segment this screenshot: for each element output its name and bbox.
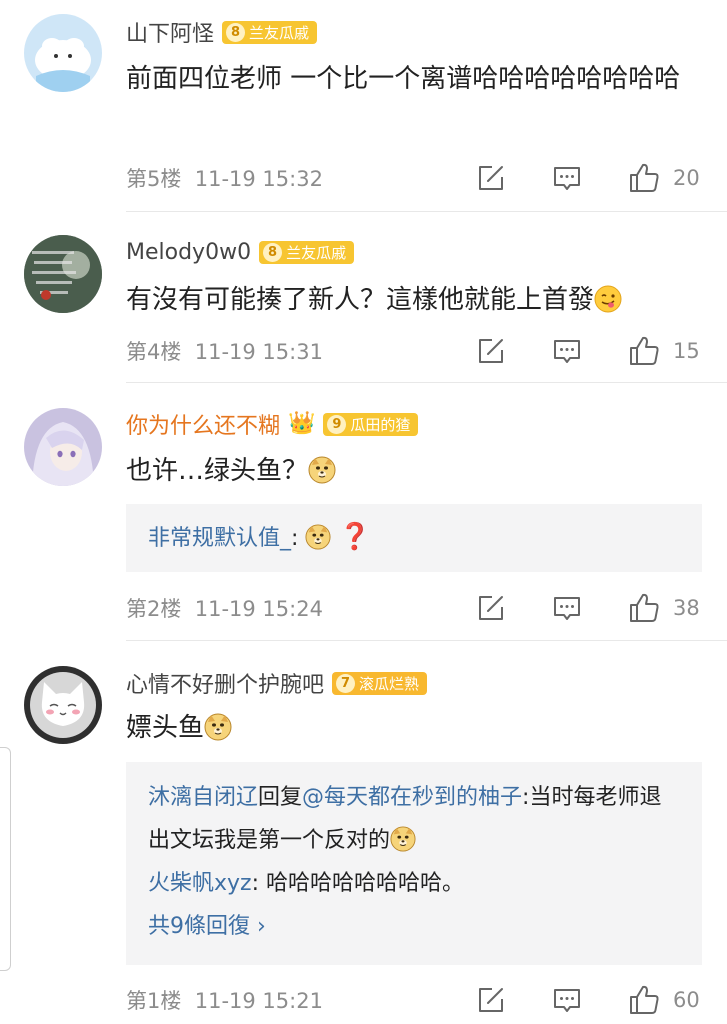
author-row: 山下阿怪 8 兰友瓜戚 (126, 15, 318, 49)
badge-level: 9 (327, 414, 347, 434)
divider (126, 640, 727, 641)
fan-badge[interactable]: 7 滚瓜烂熟 (332, 671, 428, 695)
thumbs-up-icon[interactable] (627, 334, 661, 368)
comment-text: 嫖头鱼 (126, 713, 205, 743)
reply-username[interactable]: 非常规默认值_ (148, 526, 291, 551)
comment-icon[interactable] (551, 984, 583, 1016)
edit-icon[interactable] (475, 162, 507, 194)
meta-row: 第2楼 11-19 15:24 38 (126, 591, 703, 625)
author-row: 心情不好删个护腕吧 7 滚瓜烂熟 (126, 666, 428, 700)
comment-icon[interactable] (551, 335, 583, 367)
comment-content: 也许…绿头鱼？ (126, 447, 696, 495)
badge-label: 滚瓜烂熟 (359, 674, 420, 693)
avatar[interactable] (24, 14, 102, 92)
reply-username[interactable]: 火柴帆xyz (148, 871, 252, 896)
comment-actions: 15 (475, 334, 703, 368)
badge-label: 兰友瓜戚 (286, 243, 347, 262)
thumbs-up-icon[interactable] (627, 591, 661, 625)
tongue-emoji (594, 285, 622, 313)
reply-line-1: 沐漓自闭辽回复@每天都在秒到的柚子:当时每老师退出文坛我是第一个反对的 (148, 776, 680, 862)
comment-content: 有沒有可能揍了新人？這樣他就能上首發 (126, 276, 696, 324)
fan-badge[interactable]: 8 兰友瓜戚 (222, 20, 318, 44)
doge-emoji (305, 524, 331, 550)
badge-label: 兰友瓜戚 (249, 23, 310, 42)
avatar[interactable] (24, 666, 102, 744)
floor-and-time: 第4楼 11-19 15:31 (126, 340, 323, 364)
thumbs-up-icon[interactable] (627, 161, 661, 195)
floor-and-time: 第1楼 11-19 15:21 (126, 989, 323, 1013)
meta-row: 第1楼 11-19 15:21 60 (126, 983, 703, 1017)
meta-row: 第5楼 11-19 15:32 20 (126, 161, 703, 195)
doge-emoji (308, 456, 336, 484)
comment-icon[interactable] (551, 162, 583, 194)
author-row: Melody0w0 8 兰友瓜戚 (126, 235, 355, 269)
red-question-mark: ❓ (338, 522, 371, 552)
comment-text: 也许…绿头鱼？ (126, 456, 309, 486)
username[interactable]: 山下阿怪 (126, 16, 214, 48)
badge-level: 7 (336, 673, 356, 693)
floor-and-time: 第5楼 11-19 15:32 (126, 167, 323, 191)
comment-text: 前面四位老师 一个比一个离谱哈哈哈哈哈哈哈哈 (126, 64, 681, 94)
fan-badge[interactable]: 8 兰友瓜戚 (259, 240, 355, 264)
edit-icon[interactable] (475, 335, 507, 367)
reply-text: : 哈哈哈哈哈哈哈哈。 (251, 871, 464, 896)
like-count: 60 (673, 988, 700, 1012)
badge-level: 8 (226, 22, 246, 42)
edit-icon[interactable] (475, 984, 507, 1016)
username[interactable]: 心情不好删个护腕吧 (126, 667, 324, 699)
username[interactable]: 你为什么还不糊 (126, 408, 280, 440)
badge-level: 8 (263, 242, 283, 262)
doge-emoji (204, 713, 232, 741)
edit-icon[interactable] (475, 592, 507, 624)
comment-icon[interactable] (551, 592, 583, 624)
comment-content: 嫖头鱼 (126, 704, 696, 752)
view-all-replies-link[interactable]: 共9條回復 › (148, 905, 680, 948)
reply-line-2: 火柴帆xyz: 哈哈哈哈哈哈哈哈。 (148, 862, 680, 905)
comment-actions: 38 (475, 591, 703, 625)
badge-label: 瓜田的猹 (350, 415, 411, 434)
avatar[interactable] (24, 408, 102, 486)
comment-actions: 60 (475, 983, 703, 1017)
reply-preview[interactable]: 非常规默认值_: ❓ (126, 504, 702, 572)
floor-and-time: 第2楼 11-19 15:24 (126, 597, 323, 621)
crown-icon: 👑 (288, 411, 316, 436)
thumbs-up-icon[interactable] (627, 983, 661, 1017)
reply-separator: : (291, 526, 299, 551)
reply-verb: 回复 (258, 785, 303, 810)
like-count: 20 (673, 166, 700, 190)
like-count: 15 (673, 339, 700, 363)
divider (126, 211, 727, 212)
reply-preview[interactable]: 沐漓自闭辽回复@每天都在秒到的柚子:当时每老师退出文坛我是第一个反对的 火柴帆x… (126, 762, 702, 965)
meta-row: 第4楼 11-19 15:31 15 (126, 334, 703, 368)
username[interactable]: Melody0w0 (126, 240, 251, 265)
divider (126, 382, 727, 383)
reply-username[interactable]: 沐漓自闭辽 (148, 785, 258, 810)
avatar[interactable] (24, 235, 102, 313)
comment-text: 有沒有可能揍了新人？這樣他就能上首發 (126, 285, 595, 315)
doge-emoji (390, 826, 416, 852)
reply-target[interactable]: @每天都在秒到的柚子 (302, 785, 522, 810)
edge-handle[interactable] (0, 747, 11, 971)
like-count: 38 (673, 596, 700, 620)
comment-actions: 20 (475, 161, 703, 195)
fan-badge[interactable]: 9 瓜田的猹 (323, 412, 419, 436)
author-row: 你为什么还不糊 👑 9 瓜田的猹 (126, 407, 419, 441)
